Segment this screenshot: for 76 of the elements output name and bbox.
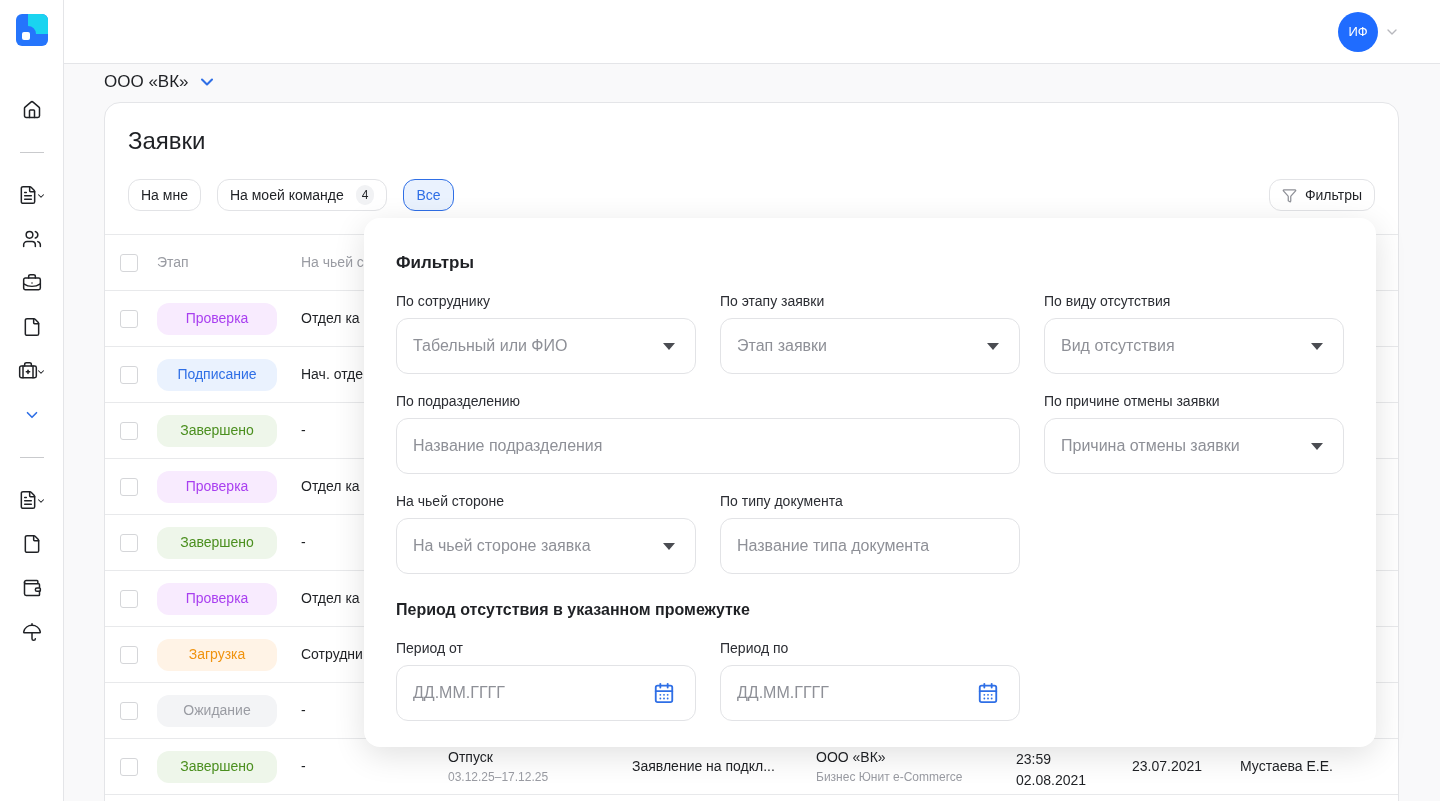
caret-icon	[1311, 442, 1323, 450]
caret-icon	[987, 342, 999, 350]
section-title: Период отсутствия в указанном промежутке	[396, 600, 751, 620]
checkbox[interactable]	[120, 253, 138, 272]
field-label: По типу документа	[720, 492, 844, 511]
checkbox[interactable]	[120, 701, 138, 720]
filters-button[interactable]: Фильтры	[1268, 179, 1375, 211]
avatar[interactable]: ИФ	[1338, 11, 1378, 52]
column-header: Этап	[157, 253, 190, 272]
stage-tag: Ожидание	[157, 694, 277, 727]
checkbox[interactable]	[120, 533, 138, 552]
select-field[interactable]: На чьей стороне заявка	[396, 518, 696, 574]
stage-tag: Проверка	[157, 302, 277, 335]
stage-tag: Проверка	[157, 582, 277, 615]
field-label: По этапу заявки	[720, 292, 826, 311]
field-label: Период от	[396, 639, 464, 658]
stage-tag: Завершено	[157, 750, 277, 783]
field-label: По подразделению	[396, 392, 521, 411]
panel-title: Фильтры	[396, 252, 475, 274]
checkbox[interactable]	[120, 421, 138, 440]
field-label: По причине отмены заявки	[1044, 392, 1221, 411]
stage-tag: Подписание	[157, 358, 277, 391]
table-cell: Сотрудни	[301, 646, 363, 662]
select-field[interactable]: Этап заявки	[720, 318, 1020, 374]
date-field[interactable]: ДД.ММ.ГГГГ	[720, 665, 1020, 721]
calendar-icon	[653, 682, 675, 704]
select-field[interactable]: Табельный или ФИО	[396, 318, 696, 374]
table-cell: Отдел ка	[301, 310, 360, 326]
filter-icon	[1281, 187, 1297, 203]
checkbox[interactable]	[120, 645, 138, 664]
field-label: По сотруднику	[396, 292, 491, 311]
input-field[interactable]: Название подразделения	[396, 418, 1020, 474]
stage-tag: Завершено	[157, 526, 277, 559]
table-cell: -	[301, 534, 306, 550]
caret-icon	[663, 542, 675, 550]
table-cell-text: 23.07.2021	[1132, 757, 1204, 776]
table-cell-text: Бизнес Юнит e-Commerce	[816, 769, 964, 786]
input-field[interactable]: Название типа документа	[720, 518, 1020, 574]
caret-icon	[663, 342, 675, 350]
filter-tab[interactable]: На мне	[128, 179, 201, 211]
table-cell-text: 03.12.25–17.12.25	[448, 769, 550, 786]
table-cell: -	[301, 702, 306, 718]
table-cell-text: Мустаева Е.Е.	[1240, 757, 1333, 776]
checkbox[interactable]	[120, 309, 138, 328]
caret-icon	[1311, 342, 1323, 350]
table-cell-text: Отпуск	[448, 748, 494, 767]
table-cell-text: 23:59	[1016, 749, 1053, 769]
date-field[interactable]: ДД.ММ.ГГГГ	[396, 665, 696, 721]
column-header: На чьей с	[301, 253, 364, 272]
table-cell-text: ООО «ВК»	[816, 748, 887, 767]
stage-tag: Проверка	[157, 470, 277, 503]
filter-tab[interactable]: Все	[403, 179, 454, 211]
checkbox[interactable]	[120, 589, 138, 608]
field-label: На чьей стороне	[396, 492, 505, 511]
logo-icon[interactable]	[15, 14, 48, 46]
table-cell: Отдел ка	[301, 590, 360, 606]
table-cell-text: 02.08.2021	[1016, 770, 1088, 790]
select-field[interactable]: Вид отсутствия	[1044, 318, 1344, 374]
checkbox[interactable]	[120, 365, 138, 384]
stage-tag: Завершено	[157, 414, 277, 447]
table-cell: Нач. отде	[301, 366, 364, 382]
table-cell: -	[301, 758, 306, 774]
count-badge: 4	[355, 185, 375, 205]
table-cell: -	[301, 422, 306, 438]
field-label: По виду отсутствия	[1044, 292, 1172, 311]
calendar-icon	[977, 682, 999, 704]
select-field[interactable]: Причина отмены заявки	[1044, 418, 1344, 474]
card-title: Заявки	[128, 127, 207, 155]
filter-tab[interactable]: На моей команде 4	[216, 179, 388, 211]
table-cell-text: Заявление на подкл...	[632, 757, 776, 776]
company-name[interactable]: ООО «ВК»	[104, 69, 189, 95]
checkbox[interactable]	[120, 757, 138, 776]
checkbox[interactable]	[120, 477, 138, 496]
stage-tag: Загрузка	[157, 638, 277, 671]
field-label: Период по	[720, 639, 790, 658]
table-cell: Отдел ка	[301, 478, 360, 494]
